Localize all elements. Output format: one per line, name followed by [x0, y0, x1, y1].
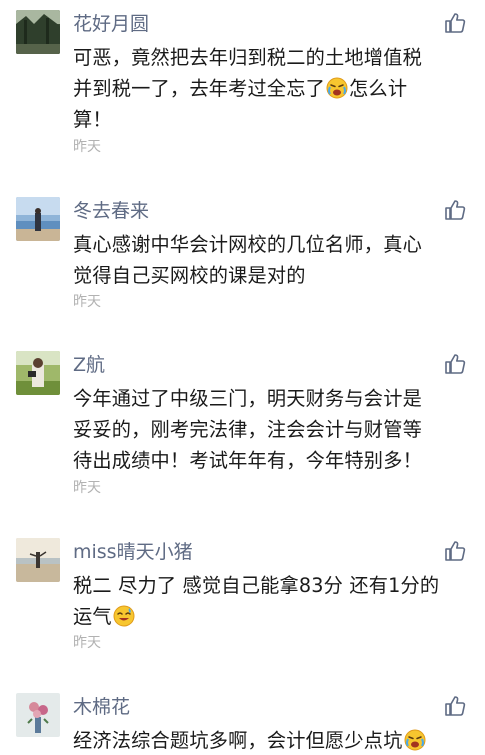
comment-time: 昨天 [73, 139, 101, 155]
comment-time: 昨天 [73, 635, 101, 651]
comment-text: 真心感谢中华会计网校的几位名师，真心 觉得自己买网校的课是对的 [73, 229, 473, 291]
comment-text-part: 今年通过了中级三门，明天财务与会计是 妥妥的，刚考完法律，注会会计与财管等 待出… [73, 387, 422, 472]
avatar[interactable] [16, 10, 60, 54]
comment-text-part: 真心感谢中华会计网校的几位名师，真心 觉得自己买网校的课是对的 [73, 233, 422, 287]
commenter-name[interactable]: miss晴天小猪 [73, 539, 193, 565]
avatar[interactable] [16, 351, 60, 395]
avatar-image-forest [16, 10, 60, 54]
avatar-image-photographer [16, 351, 60, 395]
comment-text: 税二 尽力了 感觉自己能拿83分 还有1分的 运气 [73, 570, 473, 632]
avatar[interactable] [16, 538, 60, 582]
avatar-image-flower [16, 693, 60, 737]
avatar[interactable] [16, 197, 60, 241]
comment-text: 可恶，竟然把去年归到税二的土地增值税 并到税一了，去年考过全忘了 怎么计 算！ [73, 42, 473, 135]
avatar-image-beach [16, 197, 60, 241]
thumbs-up-icon[interactable] [444, 353, 466, 375]
comment-text-part: 经济法综合题坑多啊，会计但愿少点坑 [73, 729, 403, 752]
comment-time: 昨天 [73, 294, 101, 310]
commenter-name[interactable]: Z航 [73, 352, 105, 378]
sweat-smile-face-icon [113, 605, 135, 627]
comment-time: 昨天 [73, 480, 101, 496]
crying-face-icon [326, 77, 348, 99]
commenter-name[interactable]: 花好月圆 [73, 11, 149, 37]
avatar[interactable] [16, 693, 60, 737]
comment-text: 经济法综合题坑多啊，会计但愿少点坑 [73, 725, 473, 755]
comment-list: 花好月圆 可恶，竟然把去年归到税二的土地增值税 并到税一了，去年考过全忘了 怎么计… [0, 0, 485, 755]
thumbs-up-icon[interactable] [444, 540, 466, 562]
crying-face-icon [404, 729, 426, 751]
commenter-name[interactable]: 冬去春来 [73, 198, 149, 224]
avatar-image-seaside-girl [16, 538, 60, 582]
thumbs-up-icon[interactable] [444, 12, 466, 34]
thumbs-up-icon[interactable] [444, 695, 466, 717]
thumbs-up-icon[interactable] [444, 199, 466, 221]
commenter-name[interactable]: 木棉花 [73, 694, 130, 720]
comment-text: 今年通过了中级三门，明天财务与会计是 妥妥的，刚考完法律，注会会计与财管等 待出… [73, 383, 473, 476]
